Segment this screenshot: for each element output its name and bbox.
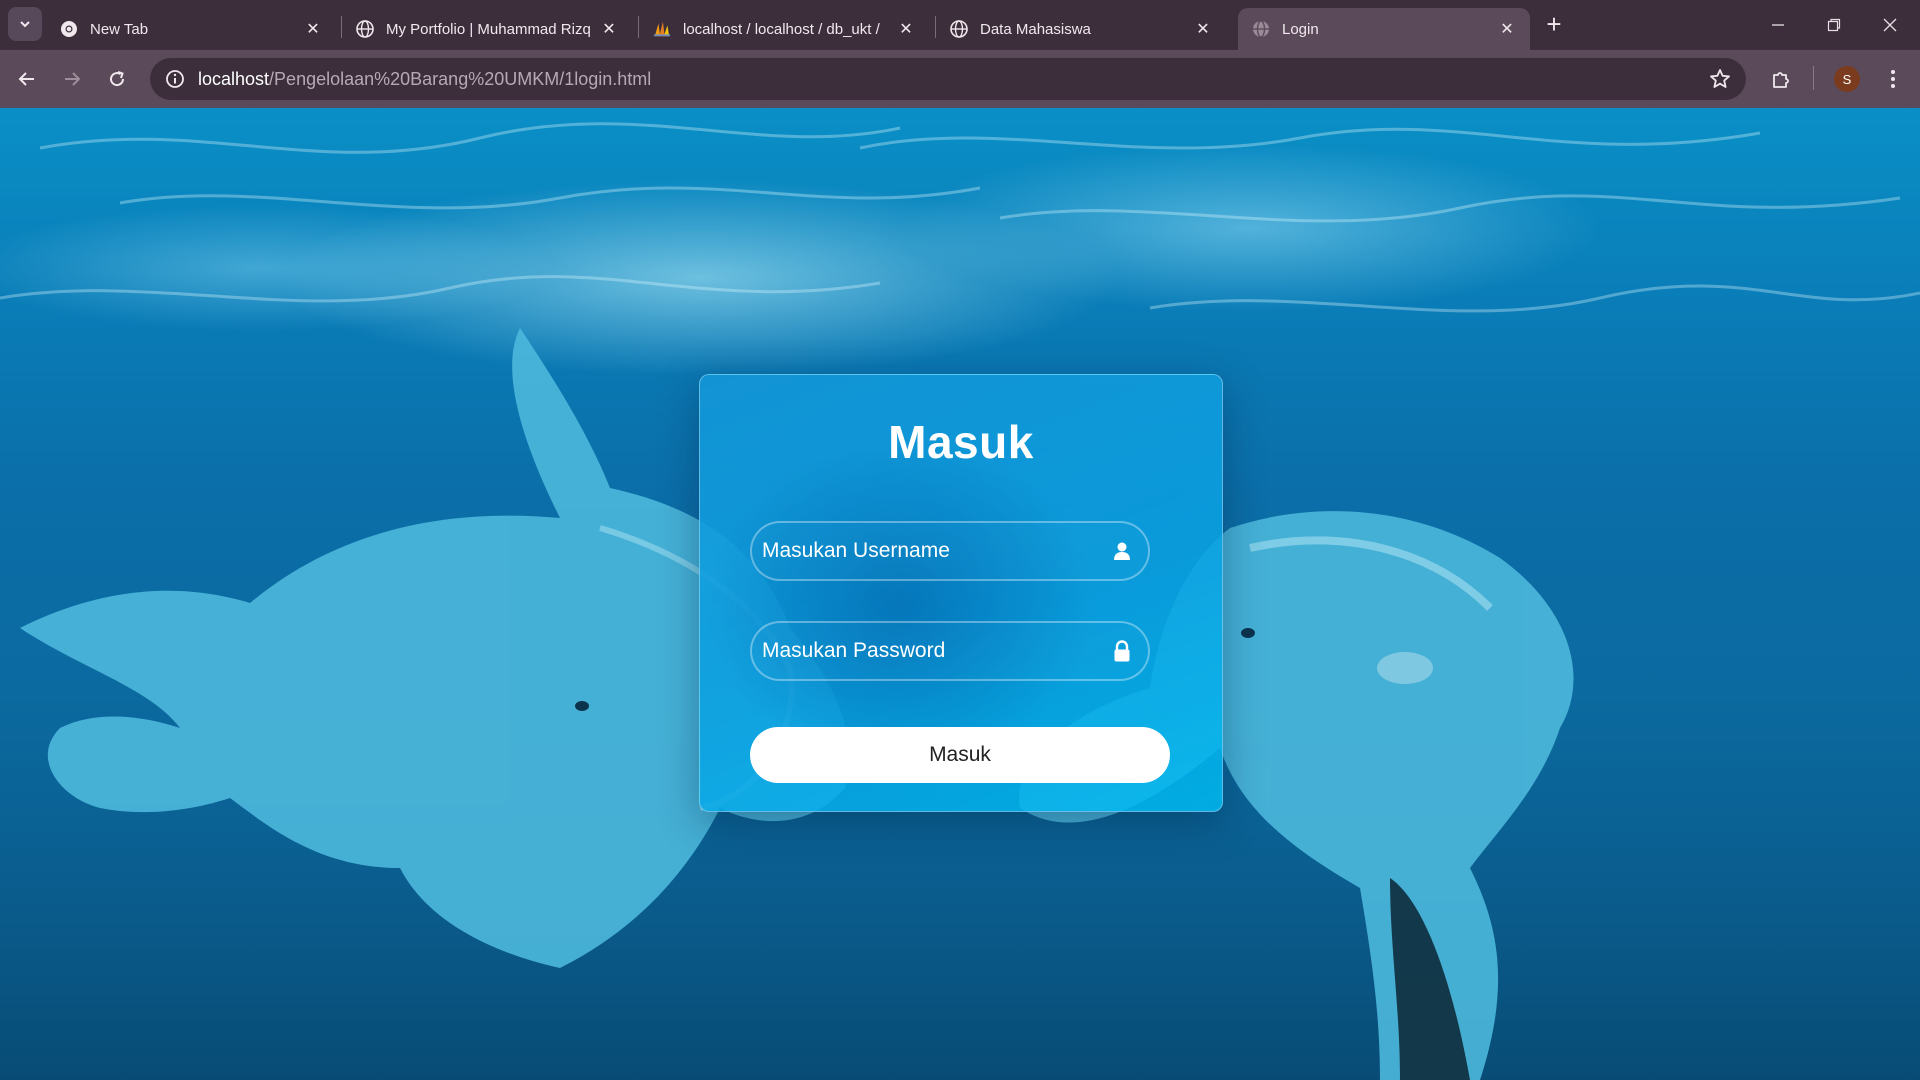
tab-login[interactable]: Login ✕: [1238, 8, 1530, 50]
reload-button[interactable]: [100, 62, 134, 96]
password-input[interactable]: [752, 639, 1110, 663]
tab-strip: New Tab ✕ My Portfolio | Muhammad Rizq ✕…: [0, 0, 1920, 50]
tab-title: localhost / localhost / db_ukt /: [683, 20, 880, 38]
url-host: localhost: [198, 68, 270, 89]
restore-icon: [1827, 18, 1841, 32]
minimize-icon: [1772, 24, 1784, 26]
username-field[interactable]: [750, 521, 1150, 581]
tab-title: My Portfolio | Muhammad Rizq: [386, 20, 591, 38]
tab-title: Login: [1282, 20, 1319, 38]
tab-new-tab[interactable]: New Tab ✕: [46, 8, 336, 50]
minimize-button[interactable]: [1750, 0, 1806, 50]
arrow-right-icon: [65, 72, 81, 86]
browser-toolbar: localhost/Pengelolaan%20Barang%20UMKM/1l…: [0, 50, 1920, 108]
username-input[interactable]: [752, 539, 1110, 563]
bookmark-star-icon[interactable]: [1708, 67, 1732, 91]
site-info-icon[interactable]: [154, 58, 196, 100]
password-field[interactable]: [750, 621, 1150, 681]
tab-phpmyadmin[interactable]: localhost / localhost / db_ukt / ✕: [639, 8, 929, 50]
globe-icon: [1252, 20, 1270, 38]
chevron-down-icon: [20, 21, 30, 28]
menu-button[interactable]: [1876, 62, 1910, 96]
login-title: Masuk: [888, 416, 1034, 468]
chrome-icon: [60, 20, 78, 38]
arrow-left-icon: [18, 72, 34, 86]
user-icon: [1110, 539, 1134, 563]
close-window-button[interactable]: [1862, 0, 1918, 50]
avatar: S: [1834, 66, 1860, 92]
url-path: /Pengelolaan%20Barang%20UMKM/1login.html: [269, 68, 652, 89]
tab-title: New Tab: [90, 20, 149, 38]
globe-icon: [950, 20, 968, 38]
close-icon: [1883, 18, 1897, 32]
reload-icon: [110, 71, 125, 87]
restore-button[interactable]: [1806, 0, 1862, 50]
toolbar-divider: [1813, 66, 1814, 90]
profile-button[interactable]: S: [1830, 62, 1864, 96]
forward-button[interactable]: [55, 62, 89, 96]
close-icon[interactable]: ✕: [1496, 18, 1518, 40]
login-submit-button[interactable]: Masuk: [750, 727, 1170, 783]
new-tab-button[interactable]: +: [1540, 11, 1568, 39]
url-text: localhost/Pengelolaan%20Barang%20UMKM/1l…: [198, 69, 651, 90]
puzzle-icon: [1773, 72, 1789, 88]
back-button[interactable]: [10, 62, 44, 96]
extensions-button[interactable]: [1764, 62, 1798, 96]
tab-data-mahasiswa[interactable]: Data Mahasiswa ✕: [936, 8, 1226, 50]
tab-search-button[interactable]: [8, 7, 42, 41]
kebab-menu-icon: [1891, 70, 1895, 88]
close-icon[interactable]: ✕: [1192, 18, 1214, 40]
phpmyadmin-icon: [653, 20, 671, 38]
close-icon[interactable]: ✕: [302, 18, 324, 40]
tab-portfolio[interactable]: My Portfolio | Muhammad Rizq ✕: [342, 8, 632, 50]
close-icon[interactable]: ✕: [598, 18, 620, 40]
lock-icon: [1110, 639, 1134, 663]
globe-icon: [356, 20, 374, 38]
page-viewport: Masuk Masuk: [0, 108, 1920, 1080]
close-icon[interactable]: ✕: [895, 18, 917, 40]
login-card: Masuk Masuk: [699, 374, 1223, 812]
address-bar[interactable]: localhost/Pengelolaan%20Barang%20UMKM/1l…: [150, 58, 1746, 100]
tab-title: Data Mahasiswa: [980, 20, 1091, 38]
